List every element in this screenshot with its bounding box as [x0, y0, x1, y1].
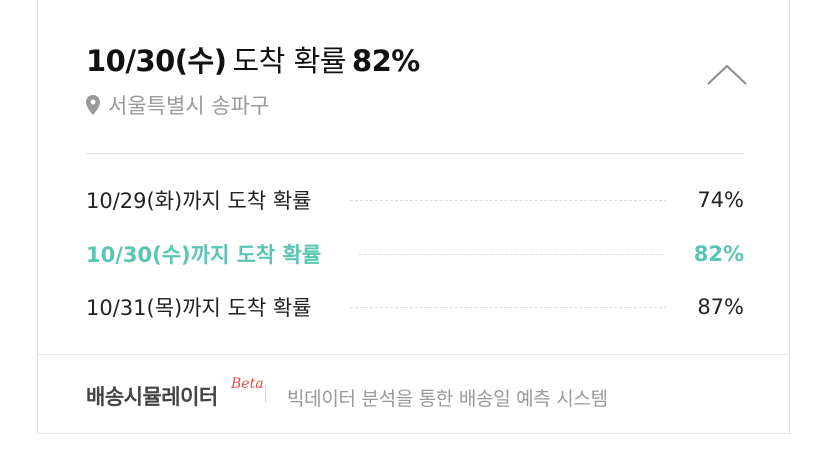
footer-divider	[38, 354, 789, 355]
row-value: 82%	[693, 242, 744, 266]
location-line: 서울특별시 송파구	[86, 90, 269, 120]
collapse-toggle-button[interactable]	[705, 60, 749, 90]
simulator-description: 빅데이터 분석을 통한 배송일 예측 시스템	[287, 388, 608, 410]
footer-separator	[265, 385, 266, 403]
probability-row-1030: 10/30(수)까지 도착 확률 82%	[86, 239, 744, 269]
row-label: 10/30(수)까지 도착 확률	[86, 243, 322, 267]
chevron-up-icon	[707, 64, 747, 85]
row-leader	[349, 306, 668, 308]
title-label: 도착 확률	[232, 44, 347, 78]
row-value: 87%	[697, 295, 744, 319]
row-value: 74%	[697, 188, 744, 212]
arrival-probability-title: 10/30(수) 도착 확률 82%	[86, 38, 420, 80]
row-label: 10/31(목)까지 도착 확률	[86, 296, 312, 320]
delivery-probability-card: 10/30(수) 도착 확률 82% 서울특별시 송파구 10/29(화)까지 도착…	[37, 0, 790, 434]
title-date: 10/30(수)	[86, 44, 227, 78]
title-percent: 82%	[351, 44, 420, 78]
header-divider	[86, 153, 744, 154]
row-leader	[359, 253, 664, 255]
probability-row-1029: 10/29(화)까지 도착 확률 74%	[86, 185, 744, 215]
probability-row-1031: 10/31(목)까지 도착 확률 87%	[86, 292, 744, 322]
location-text: 서울특별시 송파구	[108, 94, 270, 118]
delivery-simulator-brand: 배송시뮬레이터	[86, 385, 218, 409]
row-label: 10/29(화)까지 도착 확률	[86, 189, 312, 213]
map-pin-icon	[86, 95, 100, 115]
beta-badge: Beta	[231, 376, 264, 392]
row-leader	[349, 199, 668, 201]
